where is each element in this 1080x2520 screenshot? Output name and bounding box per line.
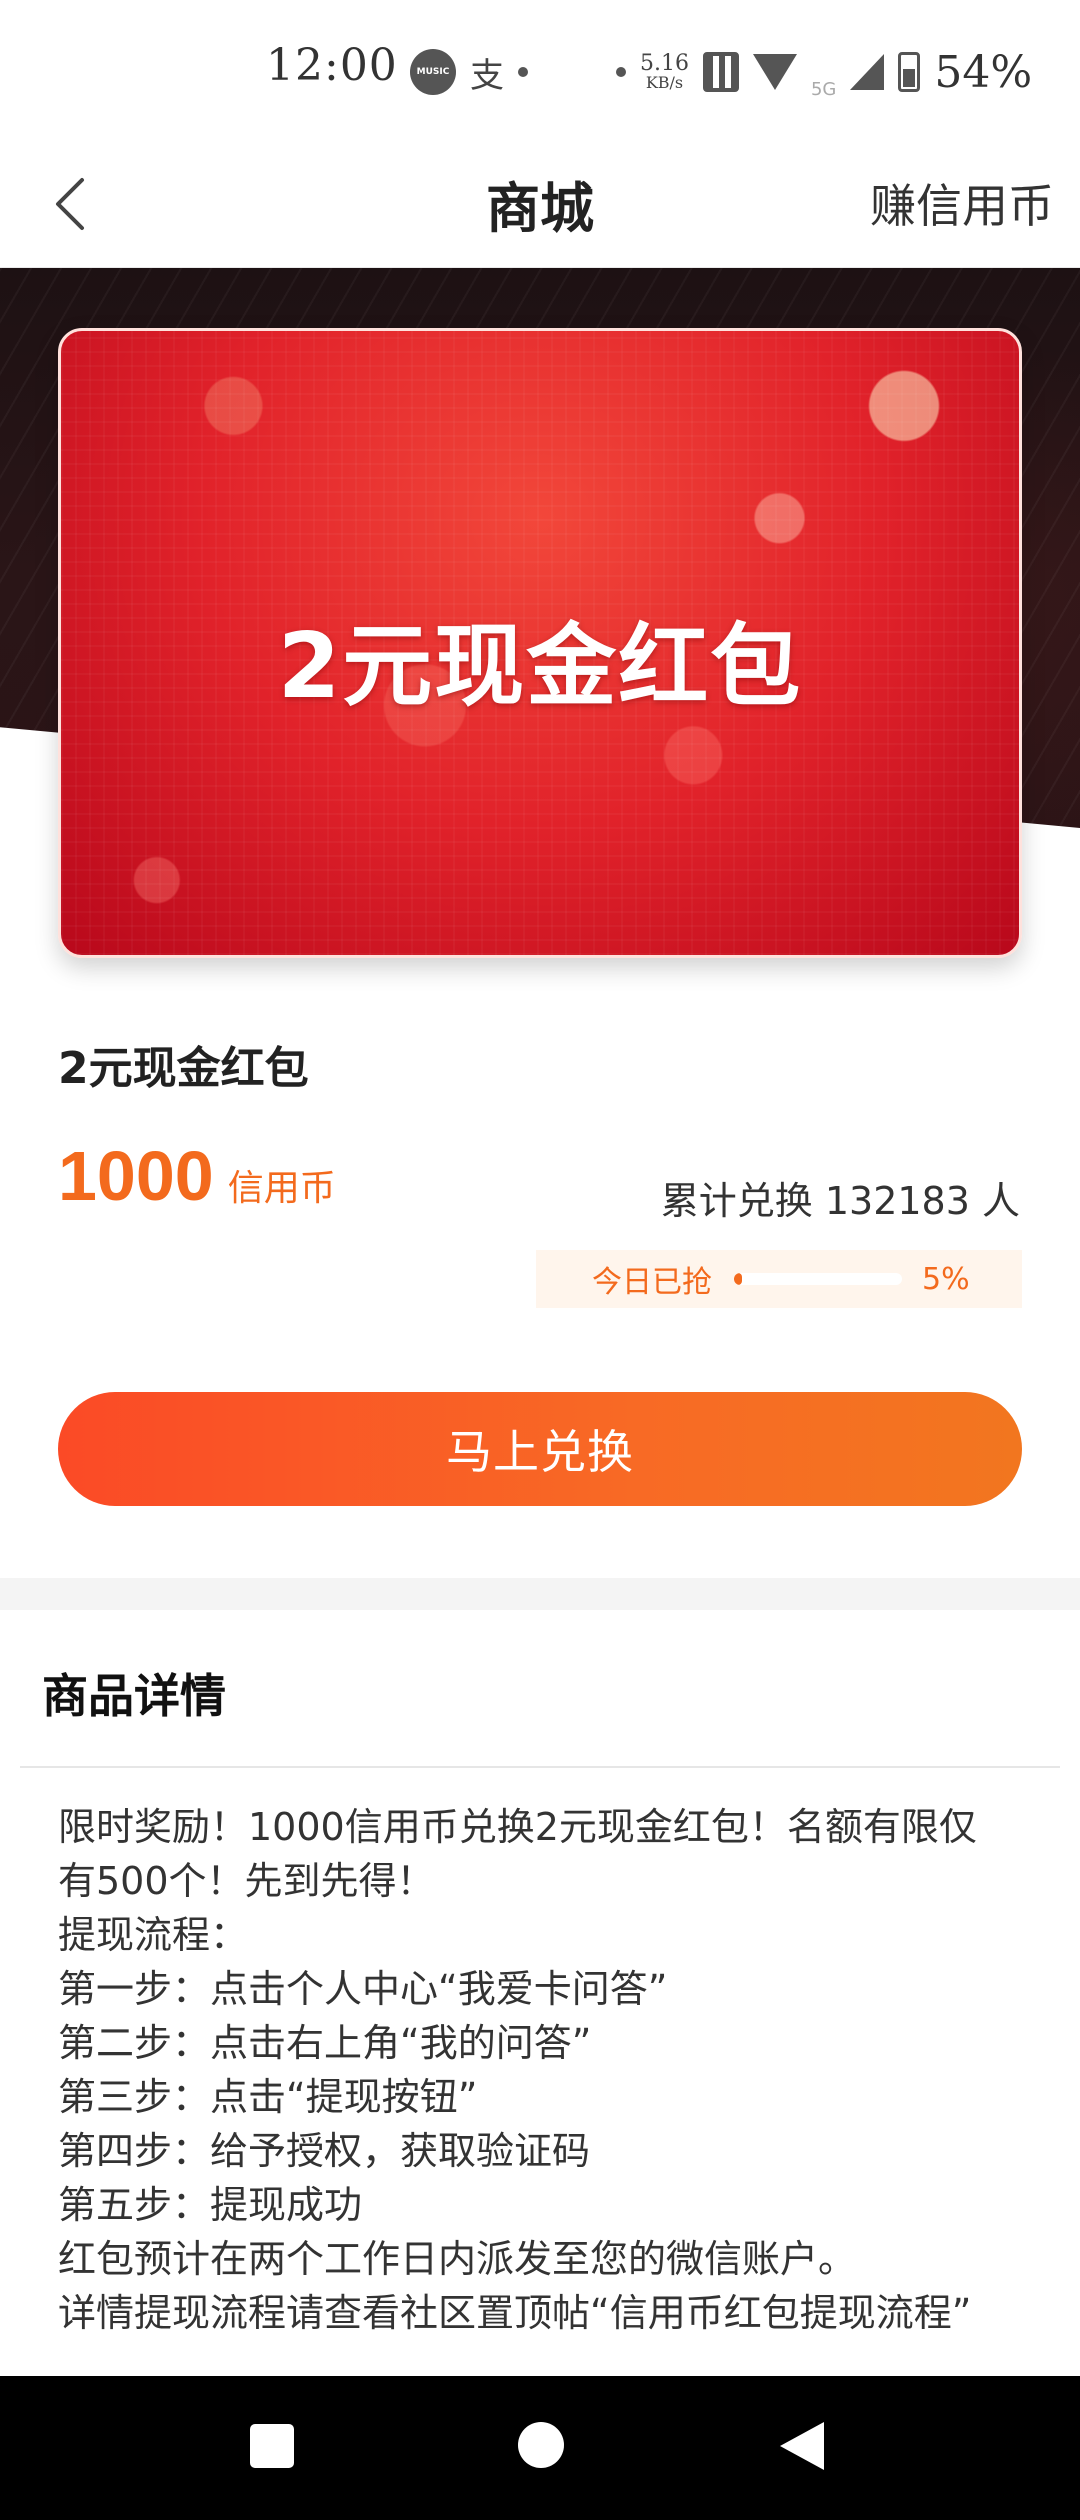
- alipay-icon: 支: [470, 55, 504, 96]
- daily-progress: 今日已抢 5%: [536, 1250, 1022, 1308]
- nfc-icon: [702, 52, 739, 92]
- product-name: 2元现金红包: [58, 1043, 309, 1094]
- wifi-icon: [752, 54, 797, 90]
- detail-line: 第四步：给予授权，获取验证码: [58, 2129, 591, 2173]
- nav-bar: 商城 赚信用币: [0, 140, 1080, 268]
- progress-fill: [734, 1273, 743, 1285]
- detail-title: 商品详情: [42, 1669, 226, 1723]
- product-image-title: 2元现金红包: [277, 614, 803, 719]
- redeem-count: 累计兑换 132183 人: [660, 1179, 1020, 1223]
- detail-line: 第一步：点击个人中心“我爱卡问答”: [58, 1967, 668, 2011]
- progress-label: 今日已抢: [592, 1265, 712, 1300]
- circle-icon[interactable]: [518, 2422, 564, 2468]
- detail-line: 限时奖励！1000信用币兑换2元现金红包！名额有限仅: [58, 1805, 977, 1849]
- detail-line: 有500个！先到先得！: [58, 1859, 435, 1903]
- network-speed-unit: KB/s: [645, 73, 684, 92]
- product-image-card: 2元现金红包: [58, 328, 1022, 958]
- network-type: 5G: [810, 79, 837, 100]
- progress-track: [734, 1273, 902, 1285]
- detail-line: 详情提现流程请查看社区置顶帖“信用币红包提现流程”: [58, 2291, 972, 2335]
- notification-dot-icon: [616, 67, 626, 77]
- price-value: 1000: [58, 1137, 214, 1215]
- detail-divider: [20, 1766, 1060, 1768]
- battery-icon: [898, 52, 921, 92]
- signal-icon: [850, 54, 885, 90]
- status-bar: 12:00 MUSIC 支 5.16 KB/s 5G 54%: [0, 0, 1080, 140]
- square-icon[interactable]: [250, 2424, 294, 2468]
- detail-line: 第五步：提现成功: [58, 2183, 363, 2227]
- music-icon: MUSIC: [410, 49, 456, 95]
- price-unit: 信用币: [227, 1168, 336, 1209]
- detail-body: 限时奖励！1000信用币兑换2元现金红包！名额有限仅 有500个！先到先得！ 提…: [58, 1800, 1038, 2340]
- detail-line: 提现流程：: [58, 1913, 249, 1957]
- triangle-back-icon[interactable]: [780, 2422, 824, 2470]
- progress-percent: 5%: [922, 1261, 970, 1297]
- section-divider: [0, 1578, 1080, 1610]
- status-time: 12:00: [266, 40, 398, 91]
- notification-dot-icon: [518, 67, 528, 77]
- battery-percent: 54%: [934, 46, 1033, 98]
- system-nav-bar: [0, 2376, 1080, 2520]
- status-icons: MUSIC 支 5.16 KB/s 5G 54%: [410, 44, 1032, 100]
- detail-line: 第二步：点击右上角“我的问答”: [58, 2021, 592, 2065]
- network-speed: 5.16 KB/s: [640, 53, 689, 91]
- price-row: 1000 信用币: [58, 1136, 336, 1216]
- detail-line: 红包预计在两个工作日内派发至您的微信账户。: [58, 2237, 857, 2281]
- redeem-now-button[interactable]: 马上兑换: [58, 1392, 1022, 1506]
- detail-line: 第三步：点击“提现按钮”: [58, 2075, 478, 2119]
- network-speed-value: 5.16: [640, 51, 689, 76]
- earn-coins-link[interactable]: 赚信用币: [870, 170, 1054, 236]
